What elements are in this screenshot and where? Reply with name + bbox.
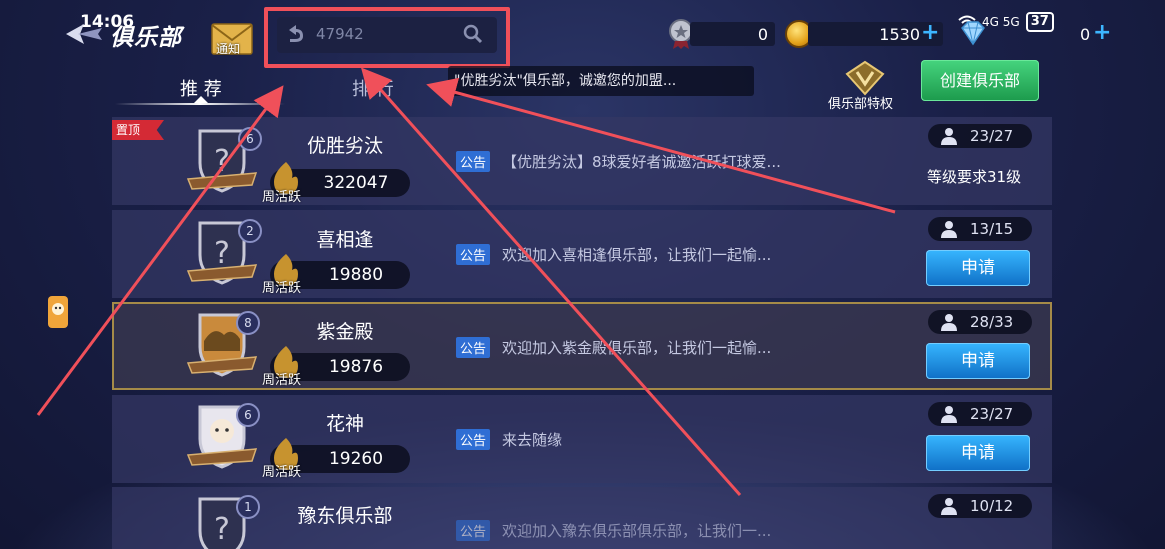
club-level-badge: 8 xyxy=(236,311,260,335)
member-count: 23/27 xyxy=(970,405,1014,423)
member-count: 28/33 xyxy=(970,313,1014,331)
notice-label[interactable]: 通知 xyxy=(216,40,240,57)
club-level-badge: 6 xyxy=(236,403,260,427)
member-count: 23/27 xyxy=(970,127,1014,145)
diamond-icon xyxy=(961,21,985,46)
club-name: 紫金殿 xyxy=(316,321,374,343)
club-level-badge: 2 xyxy=(238,219,262,243)
club-notice: 【优胜劣汰】8球爱好者诚邀活跃打球爱... xyxy=(502,153,781,171)
tab-rank[interactable]: 排 行 xyxy=(352,75,394,101)
activity-label: 周活跃 xyxy=(262,373,302,388)
club-level-badge: 6 xyxy=(238,127,262,151)
svg-text:?: ? xyxy=(214,144,230,179)
activity-value: 322047 xyxy=(323,173,389,193)
medal-currency-value: 0 xyxy=(757,25,768,44)
member-icon xyxy=(941,314,957,331)
member-count: 13/15 xyxy=(970,220,1014,238)
tab-underline xyxy=(115,103,285,105)
side-pet-icon[interactable] xyxy=(46,294,70,330)
apply-button[interactable]: 申请 xyxy=(926,435,1030,471)
club-name: 喜相逢 xyxy=(316,229,374,251)
battery-icon: 37 xyxy=(1025,12,1054,32)
notice-tag: 公告 xyxy=(456,244,491,265)
activity-value: 19880 xyxy=(328,265,384,285)
notice-tag: 公告 xyxy=(456,337,491,358)
club-privilege-label[interactable]: 俱乐部特权 xyxy=(828,93,893,112)
diamond-currency-value: 0 xyxy=(1080,25,1091,44)
svg-text:?: ? xyxy=(214,236,230,271)
club-name: 花神 xyxy=(325,413,364,435)
activity-value: 19876 xyxy=(328,357,384,377)
notice-tag: 公告 xyxy=(456,151,491,172)
notice-tag: 公告 xyxy=(456,520,491,541)
member-icon xyxy=(941,406,957,423)
svg-text:?: ? xyxy=(214,512,230,547)
coin-currency-value: 1530 xyxy=(879,25,920,44)
apply-button[interactable]: 申请 xyxy=(926,343,1030,379)
member-icon xyxy=(941,128,957,145)
activity-label: 周活跃 xyxy=(262,465,302,480)
activity-label: 周活跃 xyxy=(262,190,302,205)
club-level-badge: 1 xyxy=(236,495,260,519)
add-diamond-button[interactable]: + xyxy=(1093,20,1111,45)
club-notice: 来去随缘 xyxy=(502,431,563,449)
club-notice: 欢迎加入豫东俱乐部俱乐部，让我们一... xyxy=(502,522,772,540)
activity-value: 19260 xyxy=(328,449,384,469)
notice-tag: 公告 xyxy=(456,429,491,450)
level-requirement: 等级要求31级 xyxy=(927,168,1022,186)
club-notice: 欢迎加入喜相逢俱乐部，让我们一起愉... xyxy=(502,246,772,264)
apply-button[interactable]: 申请 xyxy=(926,250,1030,286)
annotation-highlight-box xyxy=(264,7,510,68)
announcement-ticker: "优胜劣汰"俱乐部，诚邀您的加盟... xyxy=(448,66,754,96)
member-icon xyxy=(941,221,957,238)
member-icon xyxy=(941,498,957,515)
club-privilege-icon[interactable] xyxy=(843,60,887,96)
club-name: 豫东俱乐部 xyxy=(297,505,393,527)
page-title: 俱乐部 xyxy=(110,25,182,51)
club-name: 优胜劣汰 xyxy=(306,135,383,157)
back-arrow-icon[interactable] xyxy=(64,22,104,46)
pinned-ribbon: 置顶 xyxy=(112,120,164,140)
create-club-button[interactable]: 创建俱乐部 xyxy=(921,60,1039,101)
add-coin-button[interactable]: + xyxy=(921,20,939,45)
club-notice: 欢迎加入紫金殿俱乐部，让我们一起愉... xyxy=(502,339,772,357)
tab-caret xyxy=(194,96,208,103)
member-count: 10/12 xyxy=(970,497,1014,515)
activity-label: 周活跃 xyxy=(262,281,302,296)
